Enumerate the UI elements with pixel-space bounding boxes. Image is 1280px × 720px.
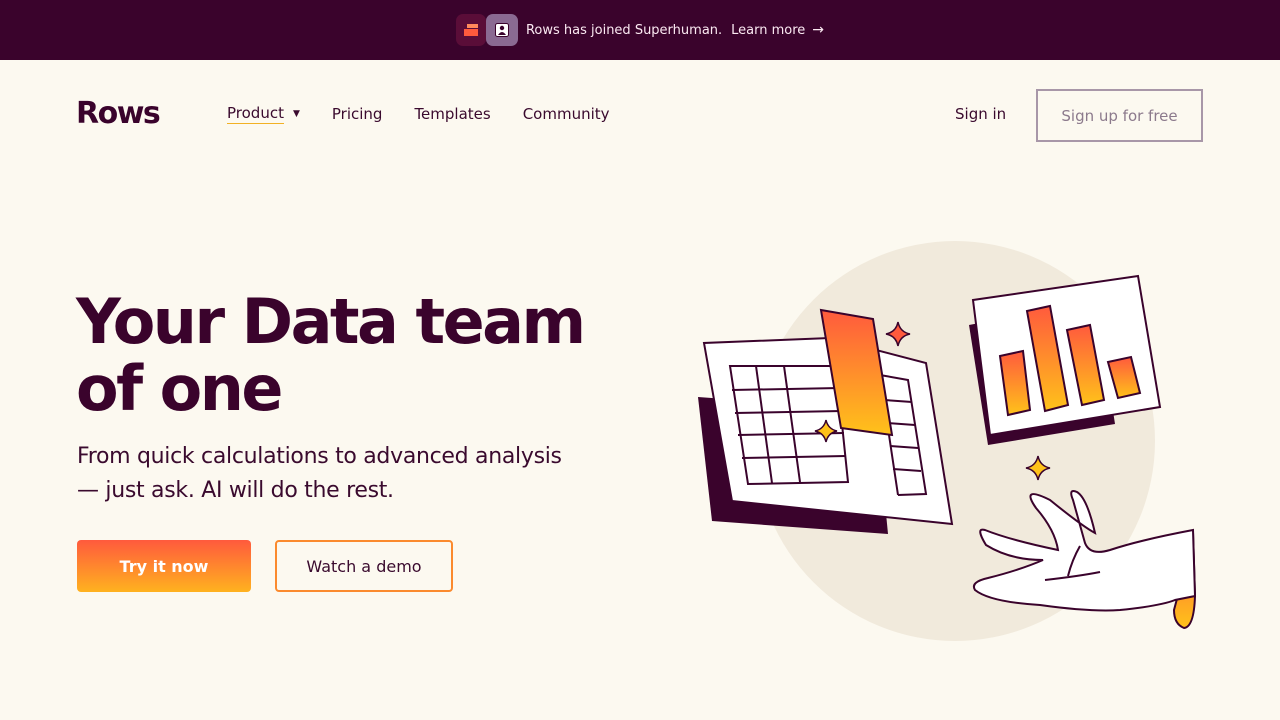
learn-more-label: Learn more [731,22,806,38]
caret-down-icon: ▼ [292,109,300,119]
hero-subtitle: From quick calculations to advanced anal… [77,440,597,508]
sign-up-button[interactable]: Sign up for free [1036,89,1203,142]
announcement-banner: Rows has joined Superhuman. Learn more → [0,0,1280,60]
superhuman-logo-icon [485,14,518,46]
try-it-now-button[interactable]: Try it now [77,540,251,592]
nav-item-label: Community [522,105,610,123]
nav-links: Product ▼ Pricing Templates Community [227,104,642,124]
nav-item-pricing[interactable]: Pricing [332,105,383,123]
nav-item-community[interactable]: Community [523,105,610,123]
arrow-right-icon: → [812,22,825,38]
hero-illustration [698,241,1197,641]
main-nav: Rows Product ▼ Pricing Templates Communi… [0,60,1280,170]
nav-item-templates[interactable]: Templates [414,105,490,123]
brand-logo[interactable]: Rows [76,96,161,131]
rows-logo-icon [455,14,486,46]
watch-demo-button[interactable]: Watch a demo [275,540,453,592]
hero-title: Your Data team of one [76,288,636,422]
nav-item-label: Templates [414,105,491,123]
hero-title-line: of one [76,352,283,425]
hero-subtitle-line: — just ask. AI will do the rest. [77,478,394,503]
nav-item-product[interactable]: Product ▼ [227,104,300,124]
sign-in-link[interactable]: Sign in [955,105,1006,123]
banner-logos [455,14,518,46]
nav-item-label: Pricing [331,105,383,123]
hero-subtitle-line: From quick calculations to advanced anal… [77,444,562,469]
hero-title-line: Your Data team [76,285,586,358]
learn-more-link[interactable]: Learn more → [731,22,824,38]
banner-text: Rows has joined Superhuman. [525,22,723,38]
nav-item-label: Product [227,104,284,124]
